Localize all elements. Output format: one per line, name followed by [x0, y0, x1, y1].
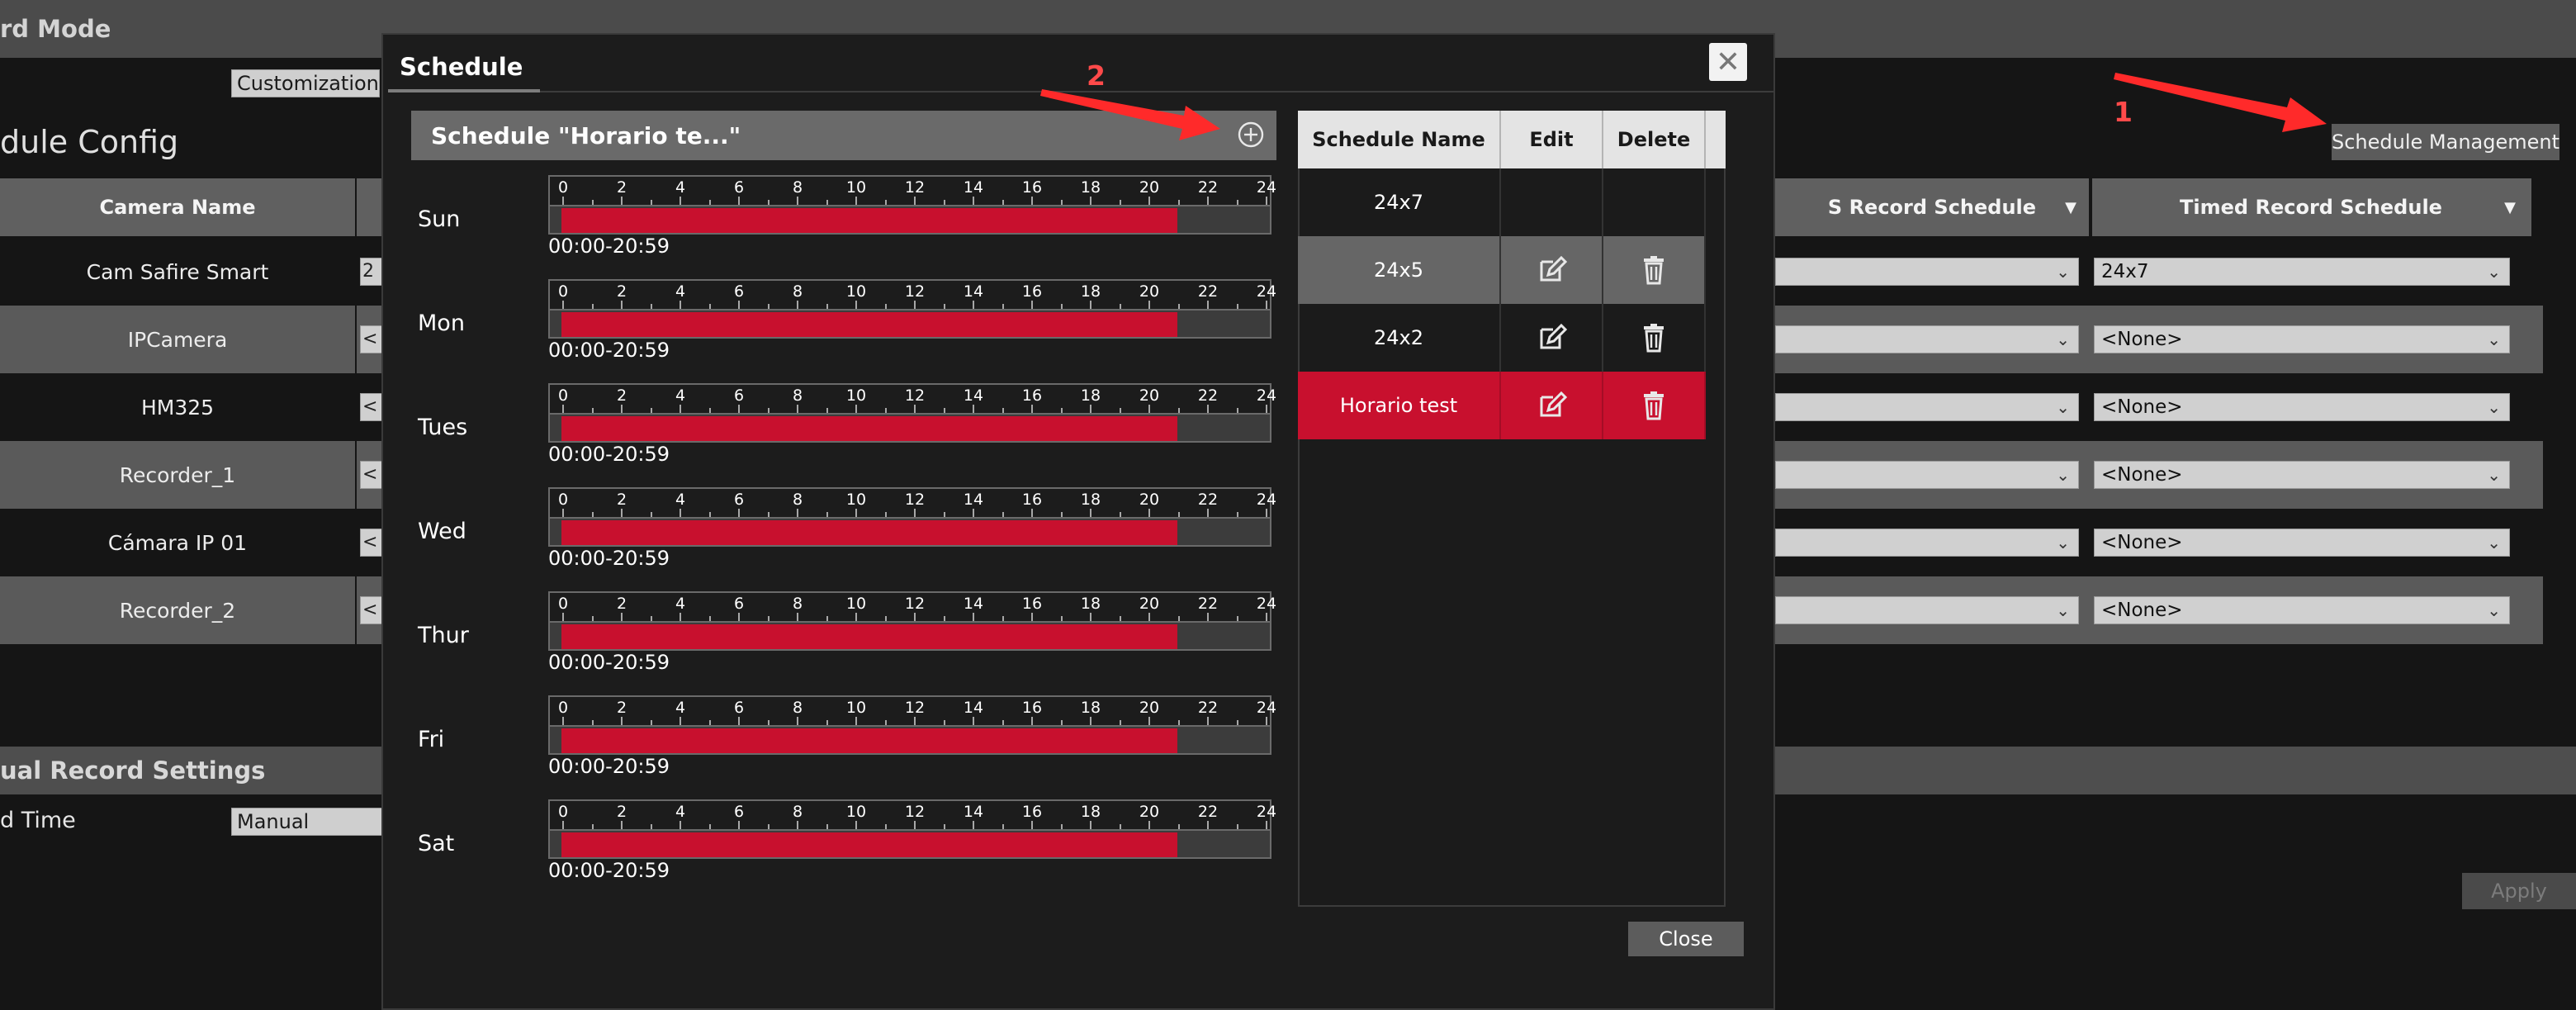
annotation-number-1: 1	[2114, 96, 2133, 128]
annotation-arrow-2	[1040, 89, 1220, 140]
annotation-number-2: 2	[1087, 59, 1106, 92]
annotation-overlay	[1040, 73, 2327, 140]
annotation-arrow-1	[2114, 73, 2327, 132]
